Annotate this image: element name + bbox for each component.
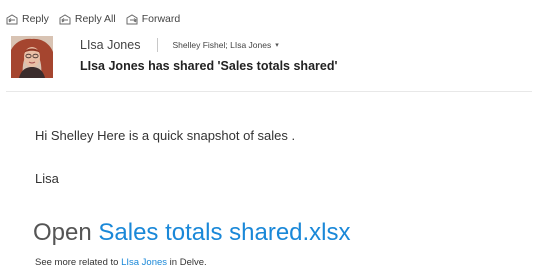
sender-divider: [157, 38, 159, 52]
open-prefix: Open: [33, 219, 99, 246]
sender-row: LIsa Jones Shelley Fishel; LIsa Jones ▾: [80, 37, 279, 53]
chevron-down-icon: ▾: [275, 42, 279, 49]
recipients-list: Shelley Fishel; LIsa Jones: [172, 40, 272, 50]
header-divider: [6, 91, 532, 92]
reply-button[interactable]: Reply: [6, 13, 49, 25]
related-suffix: in Delve.: [167, 257, 207, 268]
forward-button[interactable]: Forward: [126, 13, 181, 25]
related-prefix: See more related to: [35, 257, 122, 268]
file-link[interactable]: Sales totals shared.xlsx: [98, 219, 350, 246]
related-person-link[interactable]: LIsa Jones: [121, 257, 167, 268]
open-file-heading: Open Sales totals shared.xlsx: [33, 219, 351, 247]
delve-related-line: See more related to LIsa Jones in Delve.: [35, 257, 207, 268]
message-greeting: Hi Shelley Here is a quick snapshot of s…: [35, 128, 296, 143]
reply-all-label: Reply All: [74, 13, 116, 25]
message-action-bar: Reply Reply All Forward: [6, 11, 190, 27]
reply-label: Reply: [22, 13, 49, 25]
message-subject: LIsa Jones has shared 'Sales totals shar…: [80, 59, 338, 73]
sender-avatar[interactable]: [11, 36, 53, 78]
reply-icon: [6, 13, 18, 24]
sender-name[interactable]: LIsa Jones: [80, 38, 140, 52]
forward-label: Forward: [141, 13, 181, 25]
reply-all-icon: [59, 13, 71, 24]
forward-icon: [126, 13, 138, 24]
recipients-dropdown[interactable]: Shelley Fishel; LIsa Jones ▾: [172, 40, 278, 50]
avatar-photo: [11, 36, 53, 78]
reply-all-button[interactable]: Reply All: [59, 13, 116, 25]
message-signature: Lisa: [35, 171, 59, 186]
